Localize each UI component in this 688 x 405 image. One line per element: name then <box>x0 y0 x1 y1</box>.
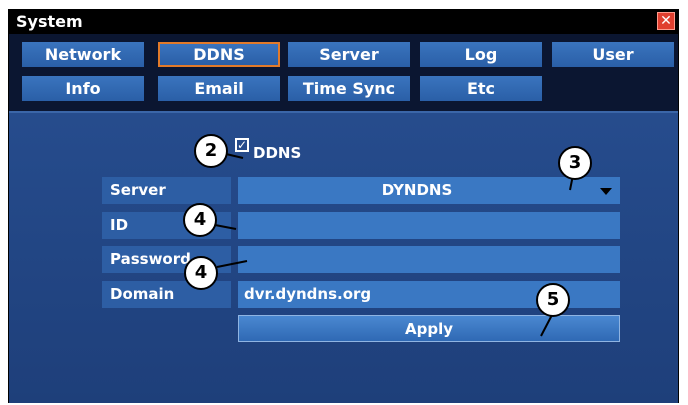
callout-4-id: 4 <box>183 203 217 237</box>
tab-log[interactable]: Log <box>420 42 542 67</box>
server-select-value: DYNDNS <box>381 181 453 199</box>
tab-user[interactable]: User <box>552 42 674 67</box>
tab-network[interactable]: Network <box>22 42 144 67</box>
ddns-checkbox[interactable]: ✓ <box>235 138 249 152</box>
close-button[interactable]: ✕ <box>657 12 675 30</box>
callout-3: 3 <box>558 146 592 180</box>
tab-email[interactable]: Email <box>158 76 280 101</box>
apply-button[interactable]: Apply <box>238 315 620 342</box>
tab-info[interactable]: Info <box>22 76 144 101</box>
id-input[interactable] <box>238 212 620 239</box>
checkbox-checked-icon: ✓ <box>237 138 248 152</box>
callout-2: 2 <box>194 134 228 168</box>
chevron-down-icon <box>600 188 612 195</box>
system-window: System ✕ Network DDNS Server Log User In… <box>8 9 679 403</box>
tab-ddns[interactable]: DDNS <box>158 42 280 67</box>
server-label: Server <box>102 177 231 204</box>
callout-5: 5 <box>536 283 570 317</box>
tab-bar: Network DDNS Server Log User Info Email … <box>9 34 678 111</box>
title-bar: System ✕ <box>9 10 678 34</box>
tab-etc[interactable]: Etc <box>420 76 542 101</box>
close-icon: ✕ <box>660 13 672 29</box>
callout-4-password: 4 <box>184 256 218 290</box>
password-input[interactable] <box>238 246 620 273</box>
tab-time-sync[interactable]: Time Sync <box>288 76 410 101</box>
window-title: System <box>16 12 83 31</box>
tab-server[interactable]: Server <box>288 42 410 67</box>
ddns-checkbox-label: DDNS <box>253 144 302 162</box>
server-select[interactable]: DYNDNS <box>238 177 620 204</box>
